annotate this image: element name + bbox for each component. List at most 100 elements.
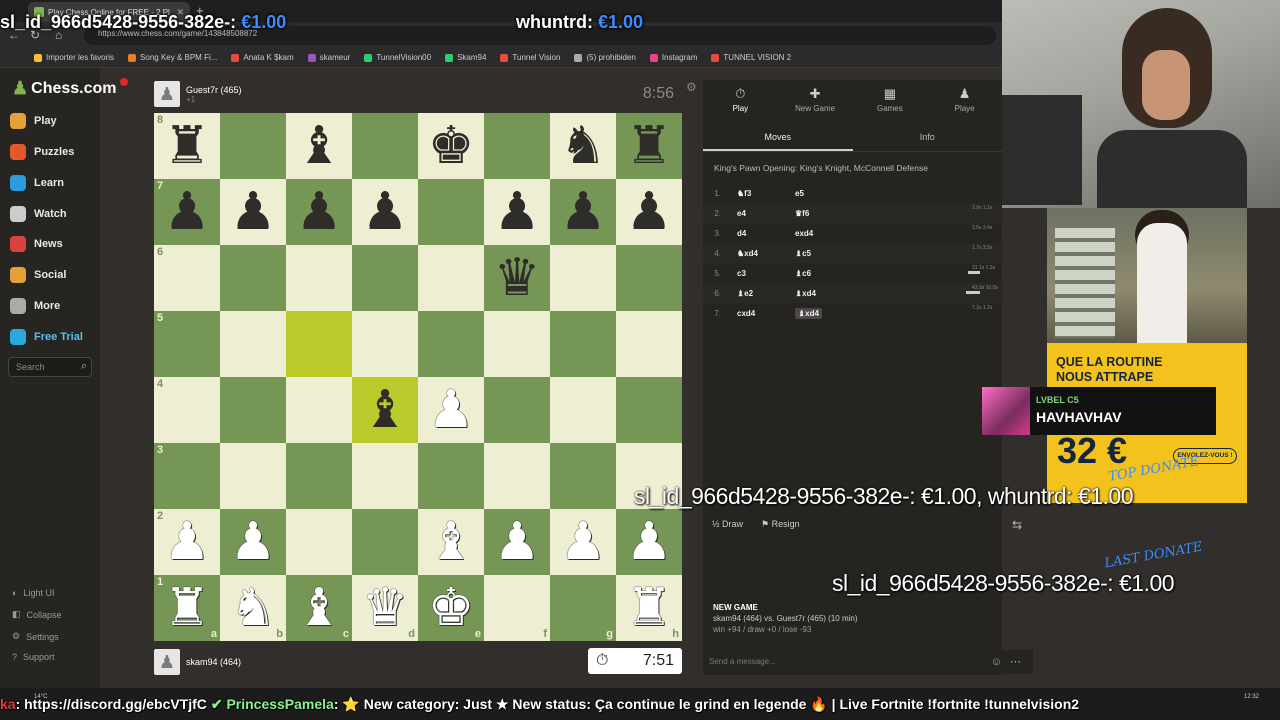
- square-e1[interactable]: e ♚: [418, 575, 484, 641]
- square-g4[interactable]: [550, 377, 616, 443]
- square-f6[interactable]: ♛: [484, 245, 550, 311]
- black-rook-icon[interactable]: ♜: [164, 120, 211, 172]
- square-h5[interactable]: [616, 311, 682, 377]
- white-move[interactable]: ♝e2: [729, 289, 795, 298]
- square-e3[interactable]: [418, 443, 484, 509]
- white-pawn-icon[interactable]: ♟: [230, 516, 277, 568]
- square-e7[interactable]: [418, 179, 484, 245]
- white-pawn-icon[interactable]: ♟: [626, 516, 673, 568]
- sidebar-item-news[interactable]: News: [10, 233, 63, 255]
- bookmark-item[interactable]: Importer les favoris: [34, 53, 114, 62]
- square-f8[interactable]: [484, 113, 550, 179]
- square-a5[interactable]: 5: [154, 311, 220, 377]
- square-e2[interactable]: ♝: [418, 509, 484, 575]
- square-b8[interactable]: [220, 113, 286, 179]
- black-king-icon[interactable]: ♚: [428, 120, 475, 172]
- square-c8[interactable]: ♝: [286, 113, 352, 179]
- bookmark-item[interactable]: Anata K $kam: [231, 53, 294, 62]
- square-f5[interactable]: [484, 311, 550, 377]
- white-move[interactable]: cxd4: [729, 309, 795, 318]
- square-d6[interactable]: [352, 245, 418, 311]
- black-knight-icon[interactable]: ♞: [560, 120, 607, 172]
- square-c6[interactable]: [286, 245, 352, 311]
- panel-tab-games[interactable]: ▦ Games: [853, 80, 928, 120]
- square-f7[interactable]: ♟: [484, 179, 550, 245]
- black-move[interactable]: ♝xd4: [795, 289, 875, 298]
- square-f3[interactable]: [484, 443, 550, 509]
- sidebar-settings[interactable]: ⚙ Settings: [12, 631, 59, 642]
- white-move[interactable]: ♞f3: [729, 189, 795, 198]
- bookmark-item[interactable]: TUNNEL VISION 2: [711, 53, 791, 62]
- black-move[interactable]: ♝c5: [795, 249, 875, 258]
- white-pawn-icon[interactable]: ♟: [494, 516, 541, 568]
- bottom-player-avatar[interactable]: ♟: [154, 649, 180, 675]
- square-e8[interactable]: ♚: [418, 113, 484, 179]
- search-icon[interactable]: ⌕: [81, 360, 87, 373]
- bookmark-item[interactable]: TunnelVision00: [364, 53, 431, 62]
- square-b7[interactable]: ♟: [220, 179, 286, 245]
- square-f1[interactable]: f: [484, 575, 550, 641]
- emoji-and-more-icon[interactable]: ☺⋯: [991, 655, 1029, 668]
- square-c5[interactable]: [286, 311, 352, 377]
- square-e4[interactable]: ♟: [418, 377, 484, 443]
- square-b3[interactable]: [220, 443, 286, 509]
- sidebar-search-input[interactable]: Search ⌕: [8, 357, 92, 377]
- square-d3[interactable]: [352, 443, 418, 509]
- sidebar-collapse[interactable]: ◧ Collapse: [12, 609, 62, 620]
- square-b6[interactable]: [220, 245, 286, 311]
- white-move[interactable]: e4: [729, 209, 795, 218]
- black-move[interactable]: ♝xd4: [795, 307, 875, 319]
- sidebar-item-watch[interactable]: Watch: [10, 203, 67, 225]
- square-a8[interactable]: 8 ♜: [154, 113, 220, 179]
- square-d8[interactable]: [352, 113, 418, 179]
- bookmark-item[interactable]: skameur: [307, 53, 350, 62]
- chat-input[interactable]: Send a message... ☺⋯: [703, 650, 1033, 674]
- sidebar-support[interactable]: ? Support: [12, 652, 55, 662]
- square-a6[interactable]: 6: [154, 245, 220, 311]
- square-d4[interactable]: ♝: [352, 377, 418, 443]
- square-b2[interactable]: ♟: [220, 509, 286, 575]
- square-h8[interactable]: ♜: [616, 113, 682, 179]
- sidebar-item-play[interactable]: Play: [10, 110, 57, 132]
- panel-tab-play[interactable]: ⏱ Play: [703, 80, 778, 120]
- white-move[interactable]: d4: [729, 229, 795, 238]
- square-d7[interactable]: ♟: [352, 179, 418, 245]
- square-b1[interactable]: b ♞: [220, 575, 286, 641]
- square-h7[interactable]: ♟: [616, 179, 682, 245]
- white-pawn-icon[interactable]: ♟: [428, 384, 475, 436]
- square-e6[interactable]: [418, 245, 484, 311]
- top-player-avatar[interactable]: ♟: [154, 81, 180, 107]
- square-g8[interactable]: ♞: [550, 113, 616, 179]
- square-f4[interactable]: [484, 377, 550, 443]
- bottom-player-name[interactable]: skam94 (464): [186, 657, 241, 667]
- opening-name[interactable]: King's Pawn Opening: King's Knight, McCo…: [714, 163, 928, 173]
- square-c4[interactable]: [286, 377, 352, 443]
- panel-tab-playe[interactable]: ♟ Playe: [927, 80, 1002, 120]
- square-g2[interactable]: ♟: [550, 509, 616, 575]
- white-rook-icon[interactable]: ♜: [164, 582, 211, 634]
- black-rook-icon[interactable]: ♜: [626, 120, 673, 172]
- square-g5[interactable]: [550, 311, 616, 377]
- square-d5[interactable]: [352, 311, 418, 377]
- white-king-icon[interactable]: ♚: [428, 582, 475, 634]
- white-bishop-icon[interactable]: ♝: [428, 516, 475, 568]
- white-bishop-icon[interactable]: ♝: [296, 582, 343, 634]
- square-d2[interactable]: [352, 509, 418, 575]
- square-a7[interactable]: 7 ♟: [154, 179, 220, 245]
- black-queen-icon[interactable]: ♛: [494, 252, 541, 304]
- subtab-info[interactable]: Info: [853, 122, 1003, 151]
- sidebar-item-learn[interactable]: Learn: [10, 172, 64, 194]
- chess-logo[interactable]: ♟ Chess.com: [12, 77, 128, 99]
- white-pawn-icon[interactable]: ♟: [560, 516, 607, 568]
- square-g6[interactable]: [550, 245, 616, 311]
- white-knight-icon[interactable]: ♞: [230, 582, 277, 634]
- square-e5[interactable]: [418, 311, 484, 377]
- black-pawn-icon[interactable]: ♟: [626, 186, 673, 238]
- advertisement-banner[interactable]: QUE LA ROUTINE NOUS ATTRAPE 32 € ENVOLEZ…: [1047, 208, 1247, 503]
- square-c7[interactable]: ♟: [286, 179, 352, 245]
- black-bishop-icon[interactable]: ♝: [296, 120, 343, 172]
- square-h4[interactable]: [616, 377, 682, 443]
- square-g1[interactable]: g: [550, 575, 616, 641]
- resign-button[interactable]: ⚑ Resign: [761, 519, 800, 530]
- top-player-name[interactable]: Guest7r (465): [186, 85, 242, 95]
